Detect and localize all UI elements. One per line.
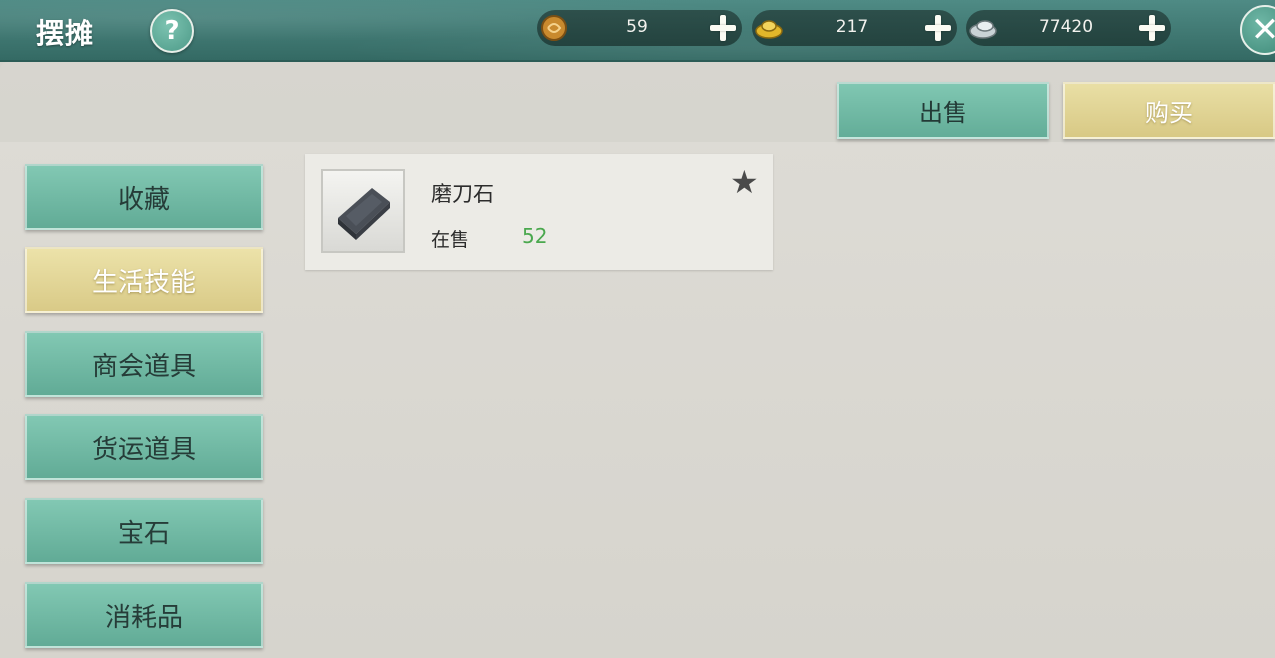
category-life-skills[interactable]: 生活技能 [25, 247, 263, 313]
plus-icon [1138, 14, 1166, 42]
gold-value: 217 [835, 17, 869, 37]
coin-icon [539, 13, 569, 43]
buy-button[interactable]: 购买 [1063, 82, 1275, 139]
plus-icon [709, 14, 737, 42]
sell-button[interactable]: 出售 [837, 82, 1049, 139]
add-coin-button[interactable] [706, 11, 740, 45]
category-shipping-items[interactable]: 货运道具 [25, 414, 263, 480]
currency-silver: 77420 [966, 10, 1171, 46]
item-card[interactable]: 磨刀石 在售 52 ★ [305, 154, 773, 270]
star-icon[interactable]: ★ [730, 166, 759, 198]
currency-gold: 217 [752, 10, 957, 46]
item-status-label: 在售 [431, 229, 470, 251]
gold-ingot-icon [754, 13, 784, 43]
add-silver-button[interactable] [1135, 11, 1169, 45]
currency-coin: 59 [537, 10, 742, 46]
item-name: 磨刀石 [431, 182, 494, 206]
whetstone-icon [321, 169, 405, 253]
help-button[interactable]: ? [150, 9, 194, 53]
coin-value: 59 [626, 17, 648, 37]
category-favorites[interactable]: 收藏 [25, 164, 263, 230]
add-gold-button[interactable] [921, 11, 955, 45]
page-title: 摆摊 [36, 17, 95, 50]
category-guild-items[interactable]: 商会道具 [25, 331, 263, 397]
plus-icon [924, 14, 952, 42]
silver-value: 77420 [1038, 17, 1094, 37]
close-icon: ✕ [1250, 10, 1275, 50]
silver-icon [968, 13, 998, 43]
category-gems[interactable]: 宝石 [25, 498, 263, 564]
item-count: 52 [522, 224, 548, 248]
category-consumables[interactable]: 消耗品 [25, 582, 263, 648]
